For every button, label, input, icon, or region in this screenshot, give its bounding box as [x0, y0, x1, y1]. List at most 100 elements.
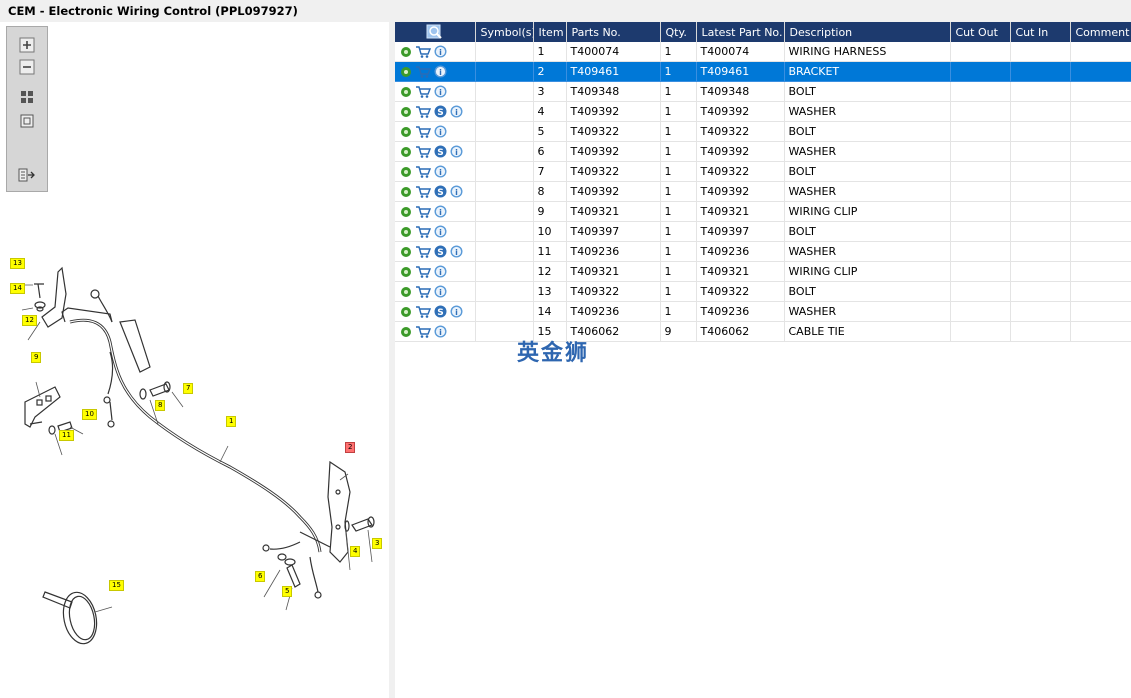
gear-icon[interactable] — [400, 206, 412, 218]
table-row[interactable]: i 12 T409321 1 T409321 WIRING CLIP — [395, 261, 1131, 282]
cell-parts-no: T409321 — [566, 201, 661, 222]
callout-4[interactable]: 4 — [350, 546, 361, 557]
gear-icon[interactable] — [400, 326, 412, 338]
cell-comment — [1070, 181, 1131, 202]
gear-icon[interactable] — [400, 226, 412, 238]
table-row[interactable]: i 5 T409322 1 T409322 BOLT — [395, 121, 1131, 142]
header-parts-no[interactable]: Parts No. — [566, 22, 661, 42]
cart-icon[interactable] — [415, 185, 431, 199]
info-icon[interactable]: i — [434, 285, 447, 298]
cart-icon[interactable] — [415, 65, 431, 79]
header-symbols[interactable]: Symbol(s) — [475, 22, 534, 42]
cart-icon[interactable] — [415, 125, 431, 139]
callout-7[interactable]: 7 — [183, 383, 194, 394]
s-badge-icon[interactable]: S — [434, 105, 447, 118]
info-icon[interactable]: i — [434, 165, 447, 178]
cell-qty: 1 — [660, 42, 697, 62]
info-icon[interactable]: i — [450, 185, 463, 198]
callout-10[interactable]: 10 — [82, 409, 97, 420]
info-icon[interactable]: i — [450, 245, 463, 258]
header-latest-part-no[interactable]: Latest Part No. — [696, 22, 785, 42]
info-icon[interactable]: i — [434, 125, 447, 138]
info-icon[interactable]: i — [450, 105, 463, 118]
callout-1[interactable]: 1 — [226, 416, 237, 427]
callout-9[interactable]: 9 — [31, 352, 42, 363]
table-row[interactable]: i 3 T409348 1 T409348 BOLT — [395, 81, 1131, 102]
info-icon[interactable]: i — [450, 305, 463, 318]
info-icon[interactable]: i — [434, 45, 447, 58]
info-icon[interactable]: i — [434, 205, 447, 218]
callout-12[interactable]: 12 — [22, 315, 37, 326]
header-item[interactable]: Item — [533, 22, 567, 42]
gear-icon[interactable] — [400, 46, 412, 58]
table-row[interactable]: Si 14 T409236 1 T409236 WASHER — [395, 301, 1131, 322]
diagram-panel[interactable]: 13 14 12 9 10 11 8 7 1 2 3 4 6 5 15 — [0, 22, 389, 698]
info-icon[interactable]: i — [434, 65, 447, 78]
table-row[interactable]: i 2 T409461 1 T409461 BRACKET — [395, 61, 1131, 82]
cart-icon[interactable] — [415, 45, 431, 59]
info-icon[interactable]: i — [434, 85, 447, 98]
gear-icon[interactable] — [400, 246, 412, 258]
cell-cut-out — [950, 261, 1011, 282]
callout-14[interactable]: 14 — [10, 283, 25, 294]
gear-icon[interactable] — [400, 306, 412, 318]
callout-11[interactable]: 11 — [59, 430, 74, 441]
cart-icon[interactable] — [415, 265, 431, 279]
gear-icon[interactable] — [400, 286, 412, 298]
gear-icon[interactable] — [400, 266, 412, 278]
exploded-parts-diagram[interactable] — [0, 22, 389, 698]
callout-2[interactable]: 2 — [345, 442, 356, 453]
table-row[interactable]: i 1 T400074 1 T400074 WIRING HARNESS — [395, 42, 1131, 62]
gear-icon[interactable] — [400, 126, 412, 138]
callout-5[interactable]: 5 — [282, 586, 293, 597]
gear-icon[interactable] — [400, 106, 412, 118]
info-icon[interactable]: i — [434, 265, 447, 278]
cart-icon[interactable] — [415, 85, 431, 99]
cart-icon[interactable] — [415, 325, 431, 339]
cart-icon[interactable] — [415, 305, 431, 319]
table-row[interactable]: i 7 T409322 1 T409322 BOLT — [395, 161, 1131, 182]
s-badge-icon[interactable]: S — [434, 305, 447, 318]
header-comment[interactable]: Comment — [1070, 22, 1131, 42]
cell-latest-part-no: T409322 — [696, 281, 785, 302]
header-cut-in[interactable]: Cut In — [1010, 22, 1071, 42]
cart-icon[interactable] — [415, 105, 431, 119]
header-actions[interactable] — [395, 22, 476, 42]
header-qty[interactable]: Qty. — [660, 22, 697, 42]
header-cut-out[interactable]: Cut Out — [950, 22, 1011, 42]
callout-8[interactable]: 8 — [155, 400, 166, 411]
cart-icon[interactable] — [415, 145, 431, 159]
callout-3[interactable]: 3 — [372, 538, 383, 549]
cart-icon[interactable] — [415, 245, 431, 259]
info-icon[interactable]: i — [434, 225, 447, 238]
s-badge-icon[interactable]: S — [434, 145, 447, 158]
gear-icon[interactable] — [400, 166, 412, 178]
info-icon[interactable]: i — [450, 145, 463, 158]
cell-comment — [1070, 81, 1131, 102]
s-badge-icon[interactable]: S — [434, 185, 447, 198]
callout-15[interactable]: 15 — [109, 580, 124, 591]
table-row[interactable]: Si 11 T409236 1 T409236 WASHER — [395, 241, 1131, 262]
callout-13[interactable]: 13 — [10, 258, 25, 269]
gear-icon[interactable] — [400, 146, 412, 158]
cart-icon[interactable] — [415, 285, 431, 299]
header-description[interactable]: Description — [784, 22, 951, 42]
gear-icon[interactable] — [400, 186, 412, 198]
table-row[interactable]: i 15 T406062 9 T406062 CABLE TIE — [395, 321, 1131, 342]
cell-latest-part-no: T409397 — [696, 221, 785, 242]
cart-icon[interactable] — [415, 225, 431, 239]
s-badge-icon[interactable]: S — [434, 245, 447, 258]
cart-icon[interactable] — [415, 205, 431, 219]
cart-icon[interactable] — [415, 165, 431, 179]
info-icon[interactable]: i — [434, 325, 447, 338]
table-row[interactable]: i 10 T409397 1 T409397 BOLT — [395, 221, 1131, 242]
gear-icon[interactable] — [400, 66, 412, 78]
table-row[interactable]: Si 4 T409392 1 T409392 WASHER — [395, 101, 1131, 122]
table-row[interactable]: i 13 T409322 1 T409322 BOLT — [395, 281, 1131, 302]
cell-latest-part-no: T409392 — [696, 181, 785, 202]
table-row[interactable]: Si 8 T409392 1 T409392 WASHER — [395, 181, 1131, 202]
table-row[interactable]: Si 6 T409392 1 T409392 WASHER — [395, 141, 1131, 162]
gear-icon[interactable] — [400, 86, 412, 98]
callout-6[interactable]: 6 — [255, 571, 266, 582]
table-row[interactable]: i 9 T409321 1 T409321 WIRING CLIP — [395, 201, 1131, 222]
